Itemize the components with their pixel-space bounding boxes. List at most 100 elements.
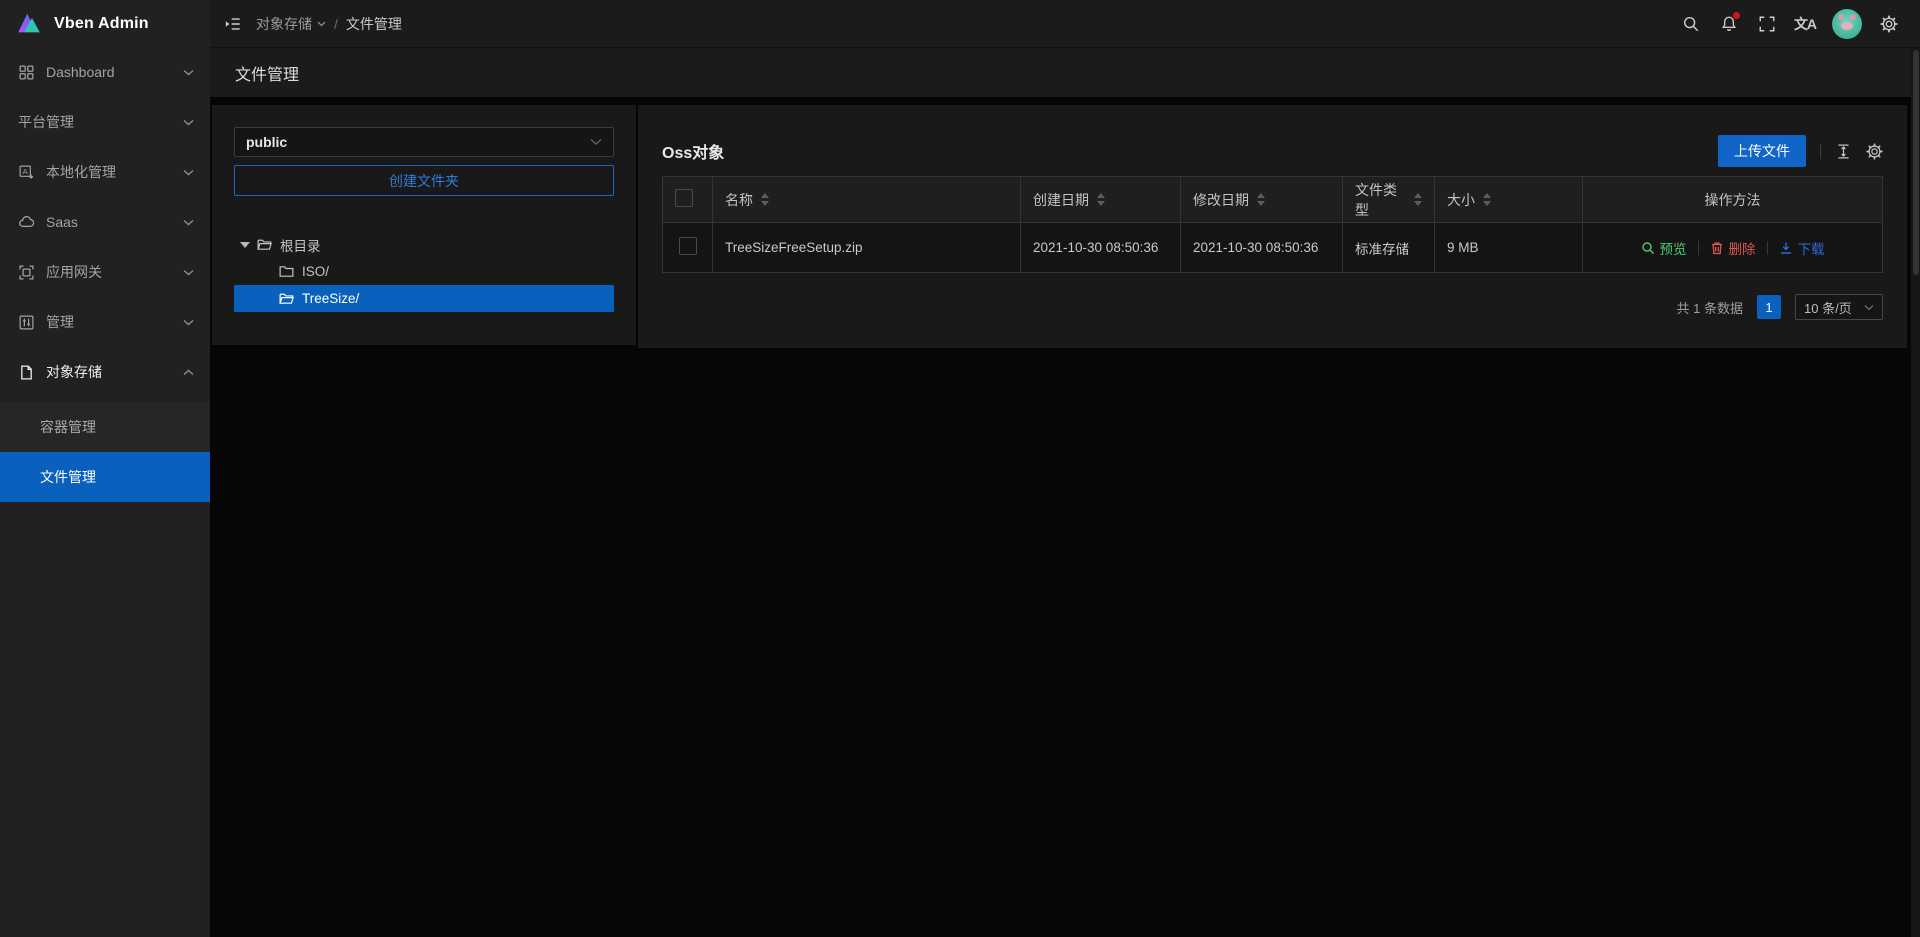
avatar[interactable] [1832,9,1862,39]
table-header-row: 名称 创建日期 修改日期 文件类型 大小 操作方法 [663,177,1883,223]
sidebar-fold-icon[interactable] [210,0,256,48]
tree-node-root[interactable]: 根目录 [234,231,614,258]
app-root: Vben Admin Dashboard 平台管理 A [0,0,1920,937]
breadcrumb-file-management: 文件管理 [346,14,402,34]
cell-created-date: 2021-10-30 08:50:36 [1021,223,1181,273]
column-header-created: 创建日期 [1033,190,1089,210]
gear-icon[interactable] [1870,0,1908,48]
row-checkbox[interactable] [679,237,697,255]
chevron-up-icon [183,369,194,376]
main-area: 对象存储 / 文件管理 [210,0,1920,937]
preview-button[interactable]: 预览 [1641,238,1687,258]
pagination-total: 共 1 条数据 [1677,298,1743,317]
toolbar-actions: 上传文件 [1718,135,1883,167]
sort-icon[interactable] [761,193,769,206]
sidebar-menu: Dashboard 平台管理 A 本地化管理 [0,48,210,502]
breadcrumb-object-storage[interactable]: 对象存储 [256,14,326,34]
gateway-icon [18,264,35,281]
folder-icon [278,263,295,280]
chevron-down-icon [317,21,326,27]
sidebar-item-localization[interactable]: A 本地化管理 [0,152,210,192]
table-row: TreeSizeFreeSetup.zip 2021-10-30 08:50:3… [663,223,1883,273]
chevron-down-icon [183,269,194,276]
breadcrumb: 对象存储 / 文件管理 [256,14,402,34]
upload-file-button[interactable]: 上传文件 [1718,135,1806,167]
magnifier-icon [1641,241,1655,255]
chevron-down-icon [590,138,602,146]
sort-icon[interactable] [1483,193,1491,206]
toolbar-divider [1820,144,1821,159]
download-button[interactable]: 下载 [1779,238,1825,258]
sidebar-item-saas[interactable]: Saas [0,202,210,242]
sort-icon[interactable] [1414,193,1422,206]
table-title: Oss对象 [662,139,724,163]
tree-node-treesize[interactable]: TreeSize/ [234,285,614,312]
chevron-down-icon [183,119,194,126]
oss-table: 名称 创建日期 修改日期 文件类型 大小 操作方法 TreeSizeFreeSe… [662,176,1883,273]
vertical-scrollbar[interactable] [1911,48,1920,937]
sidebar-item-container-management[interactable]: 容器管理 [0,402,210,452]
table-toolbar: Oss对象 上传文件 [662,135,1883,167]
sidebar-item-dashboard[interactable]: Dashboard [0,52,210,92]
download-icon [1779,241,1793,255]
column-header-modified: 修改日期 [1193,190,1249,210]
cloud-icon [18,214,35,231]
table-settings-gear-icon[interactable] [1866,143,1883,160]
pagination: 共 1 条数据 1 10 条/页 [662,294,1883,320]
sort-icon[interactable] [1257,193,1265,206]
column-header-type: 文件类型 [1355,180,1406,220]
sidebar-item-object-storage[interactable]: 对象存储 [0,352,210,392]
vben-logo-icon [14,9,44,39]
sidebar: Vben Admin Dashboard 平台管理 A [0,0,210,937]
tree-expand-caret-icon[interactable] [234,242,256,248]
cell-modified-date: 2021-10-30 08:50:36 [1181,223,1343,273]
bucket-select[interactable]: public [234,127,614,157]
row-height-icon[interactable] [1835,143,1852,160]
breadcrumb-separator: / [334,16,338,32]
tree-node-iso[interactable]: ISO/ [234,258,614,285]
sidebar-item-platform[interactable]: 平台管理 [0,102,210,142]
notification-bell-icon[interactable] [1710,0,1748,48]
delete-button[interactable]: 删除 [1710,238,1756,258]
column-header-operations: 操作方法 [1705,190,1761,210]
search-icon[interactable] [1672,0,1710,48]
page-size-select[interactable]: 10 条/页 [1795,294,1883,320]
topbar-actions: 文A [1672,0,1920,47]
cell-file-size: 9 MB [1435,223,1583,273]
select-all-checkbox[interactable] [675,189,693,207]
page-header: 文件管理 [210,48,1920,97]
row-actions: 预览 删除 [1595,238,1870,258]
bucket-tree-panel: public 创建文件夹 根目录 [212,105,636,345]
logo[interactable]: Vben Admin [0,0,210,48]
file-icon [18,364,35,381]
dashboard-icon [18,64,35,81]
sidebar-item-file-management[interactable]: 文件管理 [0,452,210,502]
svg-text:A: A [23,167,29,176]
folder-open-icon [278,290,295,307]
scrollbar-thumb[interactable] [1913,50,1919,275]
create-folder-button[interactable]: 创建文件夹 [234,165,614,196]
chevron-down-icon [183,319,194,326]
chevron-down-icon [183,69,194,76]
content: public 创建文件夹 根目录 [210,97,1920,937]
folder-open-icon [256,236,273,253]
page-title: 文件管理 [235,61,299,85]
cell-file-name: TreeSizeFreeSetup.zip [713,223,1021,273]
fullscreen-icon[interactable] [1748,0,1786,48]
chevron-down-icon [183,169,194,176]
sidebar-item-management[interactable]: 管理 [0,302,210,342]
column-header-name: 名称 [725,190,753,210]
cell-file-type: 标准存储 [1343,223,1435,273]
pagination-page-1[interactable]: 1 [1757,295,1781,319]
chevron-down-icon [1864,304,1874,311]
bucket-select-value: public [246,134,590,150]
oss-table-panel: Oss对象 上传文件 [638,105,1907,348]
chevron-down-icon [183,219,194,226]
sort-icon[interactable] [1097,193,1105,206]
column-header-size: 大小 [1447,190,1475,210]
topbar: 对象存储 / 文件管理 [210,0,1920,48]
translate-icon[interactable]: 文A [1786,0,1824,48]
sidebar-item-gateway[interactable]: 应用网关 [0,252,210,292]
directory-tree: 根目录 ISO/ [234,231,614,312]
notification-badge [1733,12,1740,19]
